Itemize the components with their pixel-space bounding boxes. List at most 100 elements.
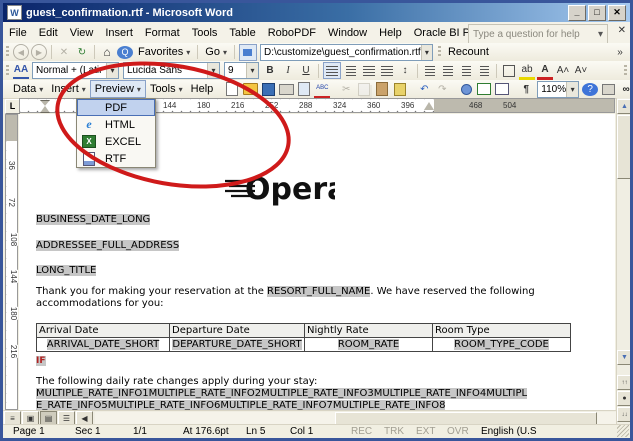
align-center-button[interactable]	[343, 63, 359, 78]
highlight-icon[interactable]: ab	[519, 62, 535, 80]
new-document-icon[interactable]	[224, 82, 240, 97]
font-combobox[interactable]: Lucida Sans ▾	[123, 62, 220, 79]
back-icon[interactable]: ◀	[13, 44, 29, 60]
redo-icon[interactable]: ↷	[434, 82, 450, 97]
preview-menu-button[interactable]: Preview▾	[90, 80, 146, 98]
go-button[interactable]: Go ▾	[201, 44, 231, 60]
bold-button[interactable]: B	[262, 63, 278, 78]
bulleted-list-icon[interactable]	[440, 63, 456, 78]
chevron-down-icon[interactable]: ▾	[598, 29, 603, 40]
stop-icon[interactable]: ✕	[56, 45, 72, 60]
print-small-icon[interactable]	[600, 82, 616, 97]
shrink-font-icon[interactable]: A˅	[573, 63, 589, 78]
justify-button[interactable]	[379, 63, 395, 78]
view-print-layout-button[interactable]: ▤	[40, 411, 57, 425]
menu-item-rtf[interactable]: RTF	[77, 150, 155, 167]
right-indent-marker[interactable]	[424, 102, 434, 110]
format-painter-icon[interactable]	[392, 82, 408, 97]
line-spacing-icon[interactable]: ↕	[397, 63, 413, 78]
menu-tools[interactable]: Tools	[186, 24, 224, 42]
menu-format[interactable]: Format	[139, 24, 186, 42]
spelling-icon[interactable]: ABC	[314, 81, 330, 98]
menu-file[interactable]: File	[3, 24, 33, 42]
menu-item-excel[interactable]: X EXCEL	[77, 133, 155, 150]
toolbar-grip[interactable]	[6, 65, 9, 77]
cut-icon[interactable]: ✂	[338, 82, 354, 97]
status-ovr[interactable]: OVR	[447, 426, 469, 437]
menu-help[interactable]: Help	[373, 24, 408, 42]
align-left-button[interactable]	[323, 62, 341, 79]
menu-window[interactable]: Window	[322, 24, 373, 42]
border-icon[interactable]	[501, 63, 517, 78]
underline-button[interactable]: U	[298, 63, 314, 78]
insert-excel-table-icon[interactable]	[476, 82, 492, 97]
style-combobox[interactable]: Normal + (Latir ▾	[32, 62, 119, 79]
help-menu-button[interactable]: Help	[187, 81, 218, 97]
home-icon[interactable]: ⌂	[99, 45, 115, 60]
tools-menu-button[interactable]: Tools▾	[146, 81, 187, 97]
refresh-icon[interactable]: ↻	[74, 45, 90, 60]
scroll-up-icon[interactable]: ▲	[617, 99, 632, 114]
find-icon[interactable]: ∞	[618, 82, 633, 97]
grow-font-icon[interactable]: A˄	[555, 63, 571, 78]
menu-insert[interactable]: Insert	[99, 24, 139, 42]
vertical-scrollbar[interactable]: ▲ ▼ ↑↑ ● ↓↓	[616, 98, 632, 424]
horizontal-scroll-track[interactable]	[95, 412, 616, 424]
toolbar-grip[interactable]	[438, 46, 441, 58]
maximize-button[interactable]: □	[588, 5, 606, 21]
menu-robopdf[interactable]: RoboPDF	[262, 24, 322, 42]
menu-view[interactable]: View	[64, 24, 100, 42]
chevron-down-icon[interactable]: ▾	[566, 82, 578, 97]
tab-selector-button[interactable]: L	[5, 99, 20, 114]
open-icon[interactable]	[242, 82, 258, 97]
insert-hyperlink-icon[interactable]	[458, 82, 474, 97]
status-trk[interactable]: TRK	[384, 426, 404, 437]
close-button[interactable]: ✕	[608, 5, 626, 21]
styles-and-formatting-icon[interactable]: AA	[13, 62, 29, 79]
scroll-left-icon[interactable]: ◀	[76, 411, 93, 425]
recount-button[interactable]: Recount	[448, 46, 489, 58]
font-color-icon[interactable]: A	[537, 62, 553, 80]
close-document-icon[interactable]: ✕	[618, 25, 626, 36]
search-icon[interactable]: Q	[117, 46, 133, 59]
chevron-down-icon[interactable]: ▾	[207, 63, 219, 78]
copy-icon[interactable]	[356, 82, 372, 97]
align-right-button[interactable]	[361, 63, 377, 78]
title-bar[interactable]: W guest_confirmation.rtf - Microsoft Wor…	[3, 3, 630, 22]
view-web-layout-button[interactable]: ▣	[22, 411, 39, 425]
scroll-down-icon[interactable]: ▼	[617, 350, 632, 365]
menu-table[interactable]: Table	[223, 24, 261, 42]
select-browse-object-icon[interactable]: ●	[617, 391, 632, 406]
italic-button[interactable]: I	[280, 63, 296, 78]
status-ext[interactable]: EXT	[416, 426, 435, 437]
minimize-button[interactable]: _	[568, 5, 586, 21]
menu-item-html[interactable]: e HTML	[77, 116, 155, 133]
favorites-button[interactable]: Favorites ▾	[134, 44, 194, 60]
show-hide-pilcrow-icon[interactable]: ¶	[518, 82, 534, 97]
vertical-scroll-thumb[interactable]	[617, 115, 632, 179]
indent-marker[interactable]	[40, 100, 50, 113]
toolbar-grip[interactable]	[6, 46, 9, 58]
status-rec[interactable]: REC	[351, 426, 372, 437]
data-menu-button[interactable]: Data▾	[9, 81, 47, 97]
question-for-help-input[interactable]: Type a question for help ▾	[468, 24, 608, 44]
font-size-combobox[interactable]: 9 ▾	[224, 62, 259, 79]
view-normal-button[interactable]: ≡	[4, 411, 21, 425]
view-outline-button[interactable]: ☰	[58, 411, 75, 425]
chevron-down-icon[interactable]: ▾	[106, 63, 118, 78]
chevron-down-icon[interactable]: ▾	[246, 63, 258, 78]
print-icon[interactable]	[278, 82, 294, 97]
insert-menu-button[interactable]: Insert▾	[47, 81, 90, 97]
help-icon[interactable]: ?	[582, 83, 598, 96]
zoom-combobox[interactable]: 110% ▾	[537, 81, 579, 98]
decrease-indent-icon[interactable]	[458, 63, 474, 78]
undo-icon[interactable]: ↶	[416, 82, 432, 97]
print-preview-icon[interactable]	[296, 82, 312, 97]
increase-indent-icon[interactable]	[476, 63, 492, 78]
menu-edit[interactable]: Edit	[33, 24, 64, 42]
forward-icon[interactable]: ▶	[31, 44, 47, 60]
toolbar-options-icon[interactable]: »	[612, 45, 628, 60]
next-page-icon[interactable]: ↓↓	[617, 407, 632, 422]
resize-grip[interactable]	[617, 425, 629, 437]
show-web-toolbar-icon[interactable]	[239, 44, 257, 61]
